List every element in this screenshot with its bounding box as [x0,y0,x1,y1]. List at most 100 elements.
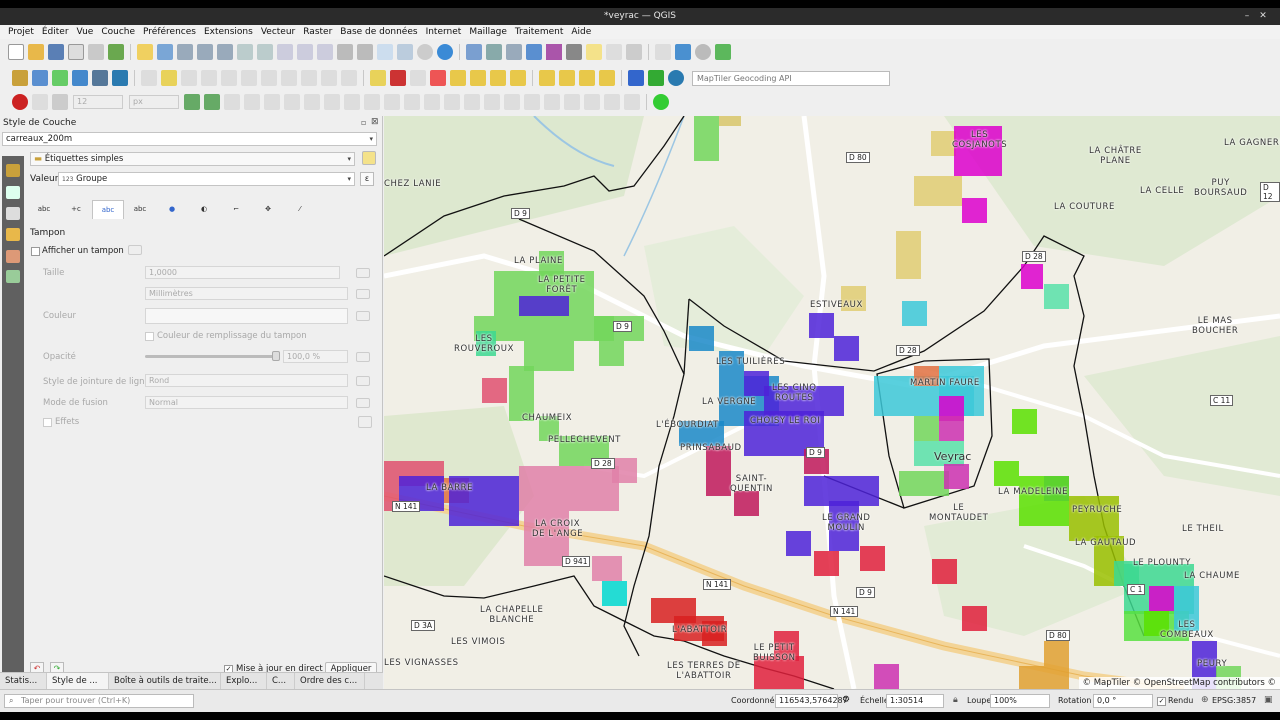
toggle-editing-icon[interactable] [141,70,157,86]
geocoder-icon[interactable] [668,70,684,86]
effects-settings-icon[interactable] [358,416,372,428]
menu-vecteur[interactable]: Vecteur [257,27,299,37]
data-defined-icon[interactable] [128,245,142,255]
simplify-icon[interactable] [324,94,340,110]
tab-mask-icon[interactable]: abc [124,200,156,219]
unit-override-icon[interactable] [356,289,370,299]
tab-processing-toolbox[interactable]: Boîte à outils de traite... [109,673,221,689]
menu-aide[interactable]: Aide [567,27,595,37]
tab-browser[interactable]: Explo... [221,673,267,689]
open-project-icon[interactable] [28,44,44,60]
minimize-icon[interactable]: – [1240,8,1254,25]
tab-placement-icon[interactable]: ✥ [252,200,284,219]
zoom-in-icon[interactable] [177,44,193,60]
save-edits-icon[interactable] [181,70,197,86]
tab-layer-style[interactable]: Style de ... [47,673,109,689]
opacity-slider-handle[interactable] [272,351,280,361]
menu-raster[interactable]: Raster [299,27,336,37]
rotate-feature-icon[interactable] [424,94,440,110]
filter-icon[interactable] [599,70,615,86]
pan-icon[interactable] [137,44,153,60]
geocoding-input[interactable]: MapTiler Geocoding API [692,70,890,86]
select-icon[interactable] [655,44,671,60]
opacity-override-icon[interactable] [356,352,370,362]
statistics-icon[interactable] [546,44,562,60]
cut-icon[interactable] [261,70,277,86]
show-buffer-checkbox[interactable] [31,247,40,256]
3d-view-icon[interactable] [6,228,20,241]
join-style-select[interactable]: Rond [145,374,348,387]
style-manager-icon[interactable] [108,44,124,60]
advanced-digitizing-icon[interactable] [184,94,200,110]
rotation-field[interactable]: 0,0 ° [1093,694,1153,708]
measure-icon[interactable] [566,44,582,60]
tab-statistics[interactable]: Statis... [0,673,47,689]
deselect-icon[interactable] [579,70,595,86]
menu-projet[interactable]: Projet [4,27,38,37]
zoom-layer-icon[interactable] [257,44,273,60]
tab-rendering-icon[interactable]: ⁄ [284,200,316,219]
coordinate-toggle-icon[interactable]: ⚙ [842,695,850,705]
zoom-next-icon[interactable] [317,44,333,60]
copy-move-icon[interactable] [544,94,560,110]
label-options-icon[interactable] [510,70,526,86]
offset-icon[interactable] [304,94,320,110]
reshape-icon[interactable] [284,94,300,110]
history-icon[interactable] [6,270,20,283]
locator-search-icon[interactable] [695,44,711,60]
delete-ring-icon[interactable] [384,94,400,110]
layer-select[interactable]: carreaux_200m ▾ [2,132,377,146]
field-calculator-icon[interactable] [506,44,522,60]
tab-background-icon[interactable]: ● [156,200,188,219]
zoom-last-icon[interactable] [297,44,313,60]
show-label-icon[interactable] [410,70,426,86]
scale-field[interactable]: 1:30514 [886,694,944,708]
symbology-icon[interactable] [6,164,20,177]
messages-icon[interactable]: ▣ [1264,695,1273,705]
highlight-label-icon[interactable] [430,70,446,86]
new-layer-icon[interactable] [112,70,128,86]
split-icon[interactable] [244,94,260,110]
tab-shadow-icon[interactable]: ◐ [188,200,220,219]
font-style-icon[interactable] [52,94,68,110]
add-delimited-text-icon[interactable] [52,70,68,86]
snapping-icon[interactable] [32,94,48,110]
masks-icon[interactable] [6,207,20,220]
expression-icon[interactable]: ε [360,172,374,186]
new-map-view-icon[interactable] [337,44,353,60]
text-annotation-icon[interactable] [626,44,642,60]
menu-traitement[interactable]: Traitement [511,27,568,37]
magnifier-field[interactable]: 100% [990,694,1050,708]
close-icon[interactable]: ✕ [1256,8,1270,25]
forward-arrow-icon[interactable] [675,44,691,60]
identify-icon[interactable] [466,44,482,60]
color-override-icon[interactable] [356,311,370,321]
add-ring-icon[interactable] [344,94,360,110]
temporal-icon[interactable] [417,44,433,60]
fill-ring-icon[interactable] [364,94,380,110]
bookmark-icon[interactable] [377,44,393,60]
menu-base-de-donnees[interactable]: Base de données [336,27,421,37]
zoom-selection-icon[interactable] [237,44,253,60]
crs-button[interactable]: EPSG:3857 [1212,696,1256,705]
effects-checkbox[interactable] [43,418,52,427]
scale-feature-icon[interactable] [444,94,460,110]
select-by-value-icon[interactable] [559,70,575,86]
move-feature-icon[interactable] [524,94,540,110]
opacity-slider[interactable] [145,355,278,358]
rotate-label-icon[interactable] [470,70,486,86]
pin-label-icon[interactable] [390,70,406,86]
add-vector-layer-icon[interactable] [12,70,28,86]
menu-editer[interactable]: Éditer [38,27,73,37]
lock-icon[interactable]: 🔒︎ [953,695,958,705]
size-field[interactable]: 1,0000 [145,266,340,279]
tab-buffer-icon[interactable]: abc [92,200,124,219]
redo-icon[interactable] [341,70,357,86]
change-label-icon[interactable] [490,70,506,86]
value-field-select[interactable]: 123 Groupe ▾ [58,172,355,186]
shape-tool-icon[interactable] [204,94,220,110]
plugin-icon[interactable] [715,44,731,60]
trim-extend-icon[interactable] [504,94,520,110]
help-icon[interactable] [628,70,644,86]
tab-c[interactable]: C... [267,673,295,689]
